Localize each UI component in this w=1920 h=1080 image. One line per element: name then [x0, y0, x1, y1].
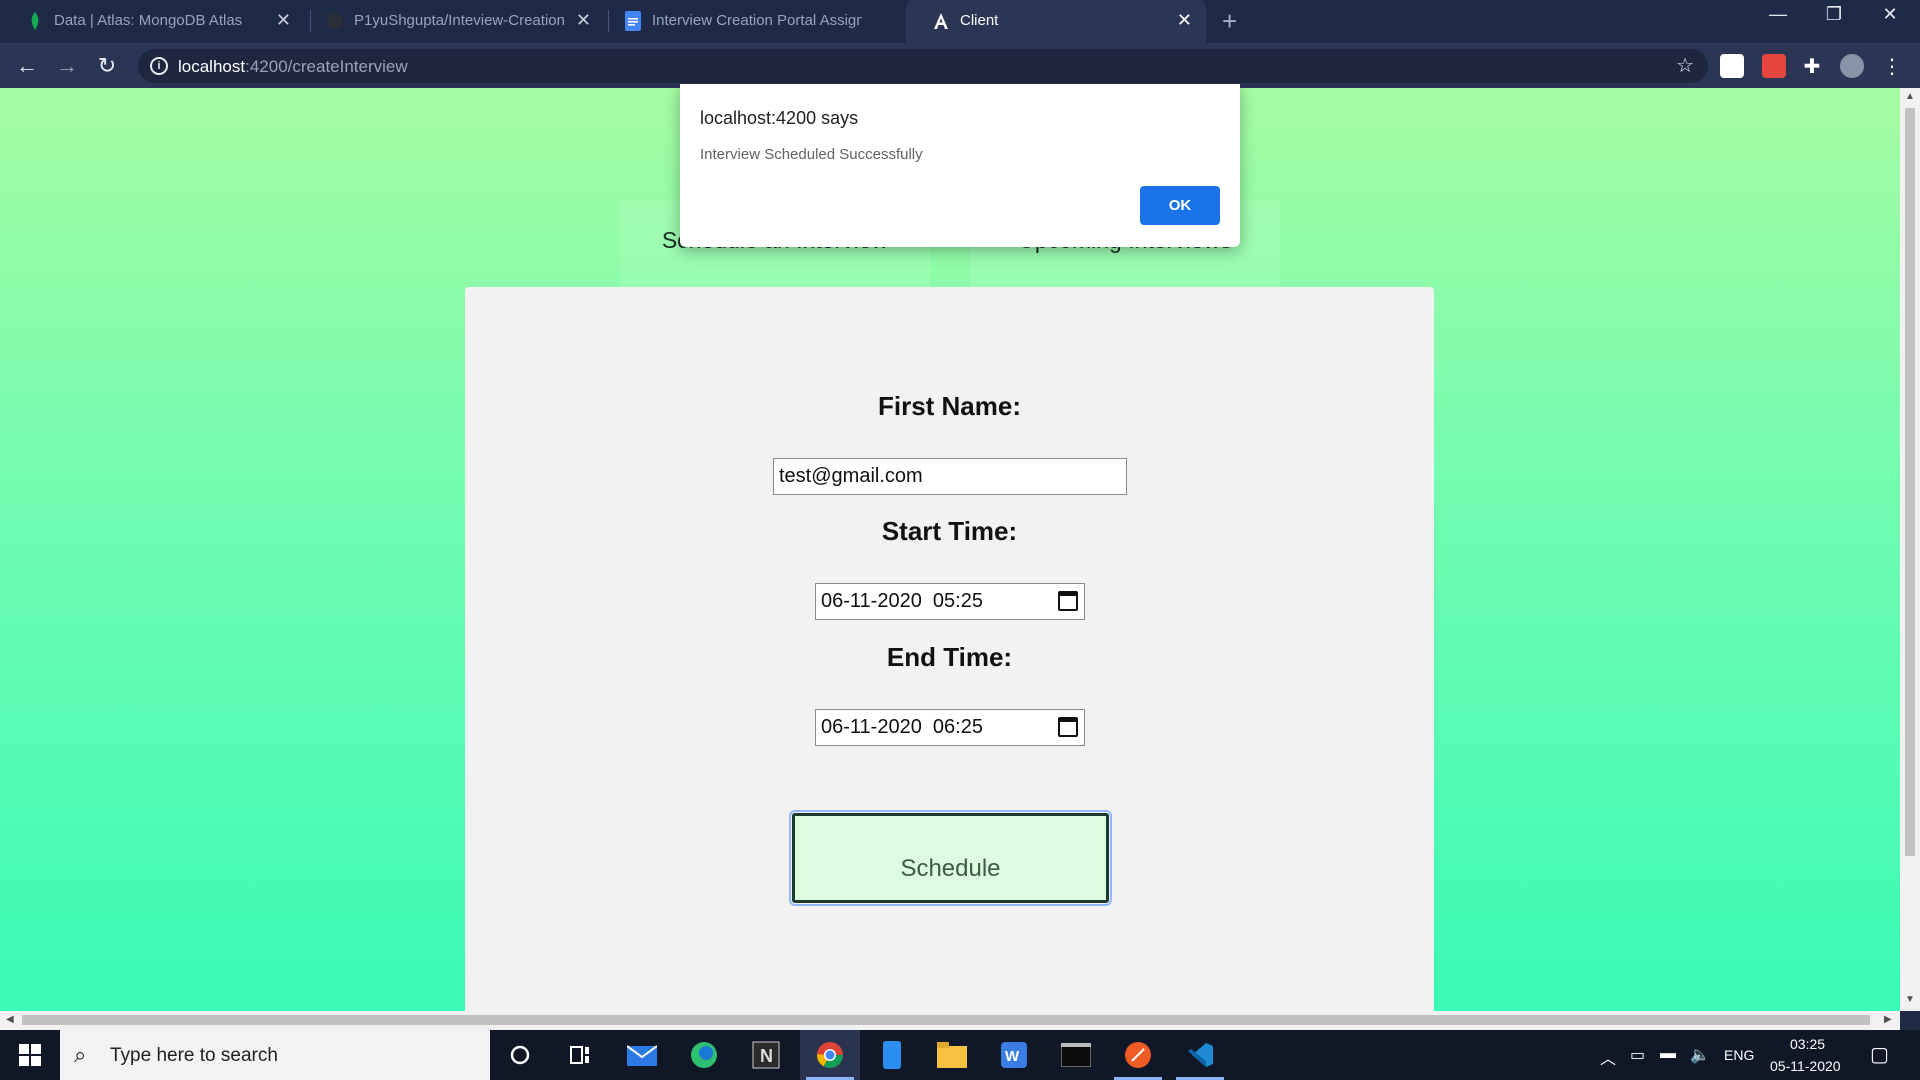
dialog-message: Interview Scheduled Successfully	[700, 146, 923, 163]
vertical-scrollbar[interactable]: ▲ ▼	[1900, 88, 1920, 1011]
notion-icon[interactable]: N	[736, 1030, 796, 1080]
horizontal-scroll-thumb[interactable]	[22, 1015, 1870, 1025]
tab-mongodb-atlas[interactable]: Data | Atlas: MongoDB Atlas ✕	[0, 0, 305, 43]
tab-client[interactable]: Client ✕	[906, 0, 1206, 43]
phone-app-icon[interactable]	[862, 1030, 922, 1080]
restore-icon[interactable]: ❐	[1804, 4, 1864, 25]
minimize-icon[interactable]: —	[1748, 4, 1808, 25]
clock-time[interactable]: 03:25	[1790, 1036, 1825, 1052]
google-docs-icon	[624, 11, 642, 31]
start-time-label: Start Time:	[881, 516, 1018, 546]
notification-icon[interactable]: ▢	[1870, 1042, 1889, 1067]
close-icon[interactable]: ✕	[576, 10, 591, 31]
windows-taskbar: ⌕ Type here to search N W ︿ ▭ ▬ 🔈 ENG 03…	[0, 1030, 1920, 1080]
scroll-left-icon[interactable]: ◀	[6, 1014, 14, 1025]
tab-google-doc[interactable]: Interview Creation Portal Assignm	[598, 0, 903, 43]
end-time-input[interactable]: 06-11-2020 06:25	[815, 709, 1085, 746]
search-placeholder: Type here to search	[110, 1045, 278, 1066]
start-button[interactable]	[0, 1030, 60, 1080]
svg-text:W: W	[1005, 1048, 1020, 1065]
bookmark-star-icon[interactable]: ☆	[1676, 53, 1694, 78]
forward-icon[interactable]: →	[52, 51, 82, 81]
tab-title: Data | Atlas: MongoDB Atlas	[54, 12, 243, 29]
chrome-icon[interactable]	[800, 1030, 860, 1080]
volume-icon[interactable]: 🔈	[1690, 1045, 1710, 1065]
extension-icon[interactable]	[1720, 54, 1744, 78]
tab-title: Interview Creation Portal Assignm	[652, 12, 862, 29]
tab-title: Client	[960, 12, 999, 29]
horizontal-scrollbar[interactable]: ◀ ▶	[0, 1011, 1900, 1030]
postman-icon[interactable]	[1108, 1030, 1168, 1080]
address-bar[interactable]: i localhost:4200/createInterview ☆	[138, 49, 1708, 83]
battery-icon[interactable]: ▬	[1660, 1045, 1676, 1063]
close-icon[interactable]: ✕	[276, 10, 291, 31]
ok-button[interactable]: OK	[1140, 186, 1220, 225]
wps-writer-icon[interactable]: W	[984, 1030, 1044, 1080]
vscode-icon[interactable]	[1170, 1030, 1230, 1080]
file-explorer-icon[interactable]	[922, 1030, 982, 1080]
calendar-icon[interactable]	[1058, 591, 1078, 611]
task-view-icon[interactable]	[550, 1030, 610, 1080]
angular-icon	[932, 12, 950, 30]
schedule-button[interactable]: Schedule	[789, 810, 1112, 906]
close-icon[interactable]: ✕	[1177, 10, 1192, 31]
cortana-icon[interactable]	[490, 1030, 550, 1080]
end-time-label: End Time:	[886, 642, 1013, 672]
extensions-puzzle-icon[interactable]: ✚	[1800, 54, 1824, 78]
scroll-right-icon[interactable]: ▶	[1884, 1014, 1892, 1025]
first-name-label: First Name:	[877, 391, 1022, 421]
github-icon	[326, 12, 344, 30]
dialog-title: localhost:4200 says	[700, 108, 859, 128]
scroll-up-icon[interactable]: ▲	[1905, 91, 1915, 102]
reload-icon[interactable]: ↻	[92, 51, 122, 81]
menu-kebab-icon[interactable]: ⋮	[1880, 54, 1904, 78]
close-window-icon[interactable]: ✕	[1860, 4, 1920, 25]
edge-browser-icon[interactable]	[674, 1030, 734, 1080]
clock-date[interactable]: 05-11-2020	[1770, 1058, 1841, 1074]
extension-icon[interactable]	[1762, 54, 1786, 78]
browser-toolbar: ← → ↻ i localhost:4200/createInterview ☆…	[0, 43, 1920, 88]
new-tab-button[interactable]: +	[1222, 6, 1237, 37]
site-info-icon[interactable]: i	[150, 57, 168, 75]
url-host: localhost	[178, 57, 246, 76]
vertical-scroll-thumb[interactable]	[1905, 108, 1915, 856]
taskbar-search[interactable]: ⌕ Type here to search	[60, 1030, 490, 1080]
mail-icon[interactable]	[612, 1030, 672, 1080]
display-icon[interactable]: ▭	[1630, 1045, 1645, 1065]
search-icon: ⌕	[74, 1042, 87, 1067]
scroll-down-icon[interactable]: ▼	[1905, 994, 1915, 1005]
windows-logo-icon	[19, 1044, 41, 1066]
end-time-value: 06-11-2020 06:25	[821, 716, 983, 738]
avatar[interactable]	[1840, 54, 1864, 78]
language-indicator[interactable]: ENG	[1724, 1047, 1754, 1063]
tab-github-repo[interactable]: P1yuShgupta/Inteview-Creation ✕	[300, 0, 605, 43]
mongodb-leaf-icon	[26, 12, 44, 30]
svg-text:N: N	[760, 1046, 773, 1066]
first-name-input[interactable]: test@gmail.com	[773, 458, 1127, 495]
browser-tab-strip: Data | Atlas: MongoDB Atlas ✕ P1yuShgupt…	[0, 0, 1920, 43]
alert-dialog: localhost:4200 says Interview Scheduled …	[680, 84, 1240, 247]
chevron-up-icon[interactable]: ︿	[1600, 1045, 1616, 1069]
schedule-form-card: First Name: test@gmail.com Start Time: 0…	[465, 287, 1434, 1011]
calendar-icon[interactable]	[1058, 717, 1078, 737]
start-time-value: 06-11-2020 05:25	[821, 590, 983, 612]
url-path: :4200/createInterview	[245, 57, 408, 76]
back-icon[interactable]: ←	[12, 51, 42, 81]
tab-title: P1yuShgupta/Inteview-Creation	[354, 12, 564, 29]
start-time-input[interactable]: 06-11-2020 05:25	[815, 583, 1085, 620]
url-text: localhost:4200/createInterview	[178, 57, 408, 77]
terminal-icon[interactable]	[1046, 1030, 1106, 1080]
